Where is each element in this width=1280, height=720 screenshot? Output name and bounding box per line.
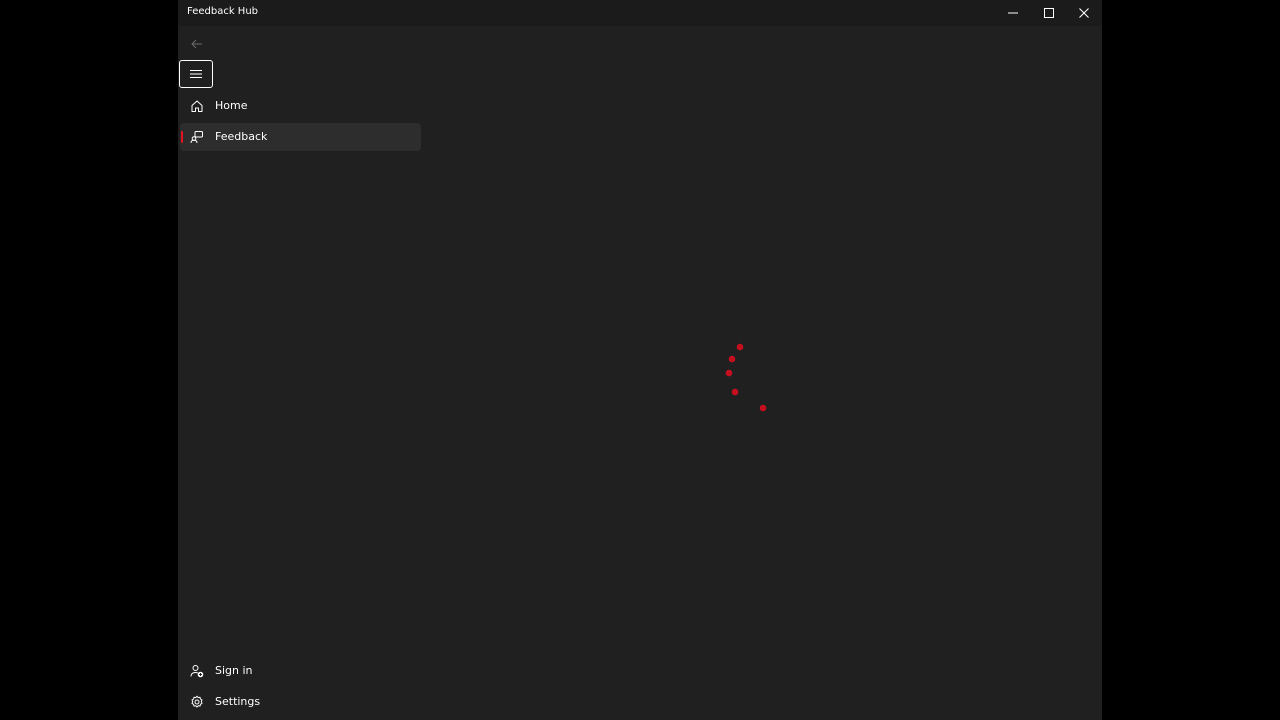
navigation-menu-button[interactable] xyxy=(179,60,213,88)
maximize-icon xyxy=(1043,8,1054,18)
nav-item-sign-in[interactable]: Sign in xyxy=(180,657,421,685)
selection-indicator xyxy=(181,131,183,143)
hamburger-icon xyxy=(190,70,202,78)
minimize-button[interactable] xyxy=(995,0,1030,26)
back-button[interactable] xyxy=(186,34,208,54)
minimize-icon xyxy=(1007,12,1018,14)
nav-item-feedback[interactable]: Feedback xyxy=(180,123,421,151)
close-button[interactable] xyxy=(1066,0,1101,26)
spinner-dot xyxy=(731,388,739,396)
spinner-dot xyxy=(736,343,744,351)
spinner-dot xyxy=(759,404,767,412)
person-add-icon xyxy=(190,665,204,678)
home-icon xyxy=(191,100,203,112)
app-window: Feedback Hub Home Feedback Sign in Setti… xyxy=(178,0,1102,720)
title-bar[interactable]: Feedback Hub xyxy=(178,0,1102,26)
nav-item-label: Sign in xyxy=(215,664,253,677)
feedback-icon xyxy=(190,131,203,144)
spinner-dot xyxy=(725,369,733,377)
nav-item-label: Feedback xyxy=(215,130,268,143)
nav-item-label: Settings xyxy=(215,695,261,708)
nav-item-settings[interactable]: Settings xyxy=(180,688,421,716)
back-arrow-icon xyxy=(191,39,202,49)
maximize-button[interactable] xyxy=(1031,0,1066,26)
spinner-dot xyxy=(728,355,736,363)
window-title: Feedback Hub xyxy=(187,6,259,17)
gear-icon xyxy=(191,695,203,708)
close-icon xyxy=(1078,8,1089,18)
nav-item-home[interactable]: Home xyxy=(180,92,421,120)
nav-item-label: Home xyxy=(215,99,248,112)
